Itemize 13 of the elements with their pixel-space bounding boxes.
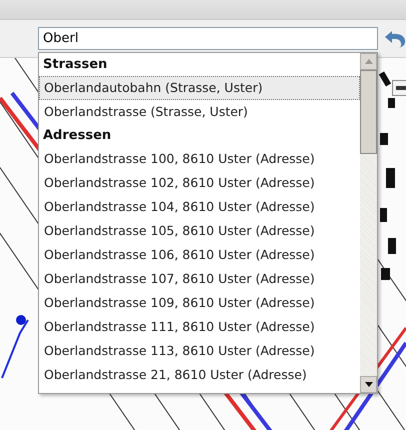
group-header: Strassen [42,56,108,74]
zoom-out-button[interactable] [392,80,406,96]
scroll-up-button[interactable] [360,53,377,70]
down-arrow-icon [364,382,372,387]
minus-icon [396,86,406,90]
suggestion-item[interactable]: Oberlandautobahn (Strasse, Uster) [39,76,360,100]
up-arrow-icon [364,59,372,64]
group-header: Adressen [42,127,112,145]
search-field[interactable]: Oberl [38,27,378,50]
undo-icon[interactable] [384,28,406,48]
scroll-thumb[interactable] [360,70,377,154]
scrollbar[interactable] [360,53,377,393]
scroll-down-button[interactable] [360,376,377,393]
